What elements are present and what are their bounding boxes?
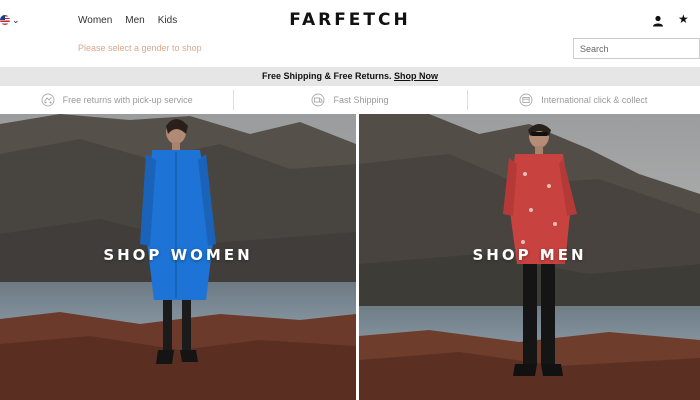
shop-women-label[interactable]: SHOP WOMEN xyxy=(0,246,356,264)
promo-bar: Free Shipping & Free Returns. Shop Now xyxy=(0,67,700,86)
benefit-label: International click & collect xyxy=(541,95,648,105)
benefit-returns[interactable]: Free returns with pick-up service xyxy=(0,86,233,114)
search-input[interactable] xyxy=(573,38,700,59)
user-icon[interactable] xyxy=(652,15,664,27)
click-collect-icon xyxy=(519,93,533,107)
shipping-icon xyxy=(312,93,325,107)
promo-text: Free Shipping & Free Returns. xyxy=(261,71,395,81)
benefit-shipping[interactable]: Fast Shipping xyxy=(233,86,466,114)
benefit-click-collect[interactable]: International click & collect xyxy=(466,86,700,114)
benefit-label: Free returns with pick-up service xyxy=(62,95,193,105)
gender-hint: Please select a gender to shop xyxy=(78,43,202,53)
hero-shop-women[interactable]: SHOP WOMEN xyxy=(0,114,356,400)
shop-men-label[interactable]: SHOP MEN xyxy=(359,246,700,264)
pickup-icon xyxy=(41,93,55,107)
benefits-strip: Free returns with pick-up service Fast S… xyxy=(0,86,700,114)
site-logo[interactable]: FARFETCH xyxy=(0,10,700,30)
star-icon[interactable]: ★ xyxy=(678,13,689,25)
shop-now-link[interactable]: Shop Now xyxy=(394,71,438,81)
benefit-label: Fast Shipping xyxy=(333,95,389,105)
site-header: ⌄ Women Men Kids Please select a gender … xyxy=(0,0,700,67)
hero-shop-men[interactable]: SHOP MEN xyxy=(359,114,700,400)
